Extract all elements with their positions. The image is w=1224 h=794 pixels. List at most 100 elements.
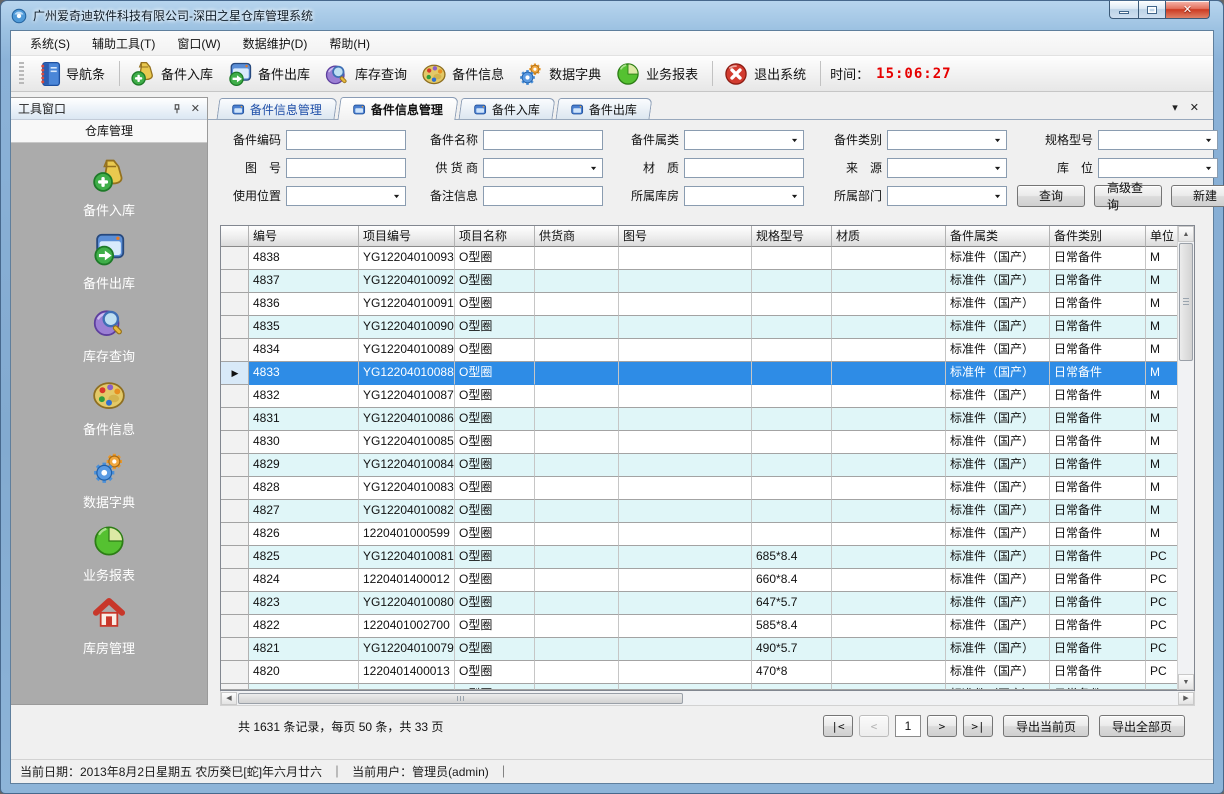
sidebar-item-parts-info[interactable]: 备件信息	[11, 376, 207, 438]
menu-system[interactable]: 系统(S)	[19, 31, 81, 56]
column-header[interactable]: 供货商	[535, 226, 619, 247]
sidebar-item-business-report[interactable]: 业务报表	[11, 522, 207, 584]
tab-parts-outbound[interactable]: 备件出库	[556, 98, 653, 119]
toolbar-button-parts-outbound[interactable]: 备件出库	[222, 58, 319, 90]
row-selector[interactable]	[221, 592, 249, 615]
input-part-name[interactable]	[483, 130, 603, 150]
toolbar-button-navigator[interactable]: 导航条	[30, 58, 114, 90]
pin-icon[interactable]	[171, 103, 183, 115]
row-selector[interactable]	[221, 638, 249, 661]
table-row[interactable]: 48241220401400012O型圈660*8.4标准件（国产）日常备件PC	[221, 569, 1177, 592]
first-page-button[interactable]: |<	[823, 715, 853, 737]
table-row[interactable]: 48221220401002700O型圈585*8.4标准件（国产）日常备件PC	[221, 615, 1177, 638]
toolbar-button-exit-system[interactable]: 退出系统	[718, 58, 815, 90]
combo-part-type[interactable]	[887, 130, 1007, 150]
horizontal-scroll-thumb[interactable]	[238, 693, 683, 704]
maximize-button[interactable]	[1138, 1, 1165, 19]
row-selector[interactable]	[221, 661, 249, 684]
horizontal-scrollbar[interactable]: ◀ ▶	[220, 691, 1195, 706]
table-row[interactable]: 48261220401000599O型圈标准件（国产）日常备件M	[221, 523, 1177, 546]
panel-close-icon[interactable]: ✕	[191, 102, 200, 115]
column-header[interactable]: 项目名称	[455, 226, 535, 247]
input-material[interactable]	[684, 158, 804, 178]
row-selector[interactable]	[221, 408, 249, 431]
table-row[interactable]: 4829YG12204010084O型圈标准件（国产）日常备件M	[221, 454, 1177, 477]
scroll-down-icon[interactable]: ▼	[1178, 674, 1194, 690]
toolbar-grip-handle[interactable]	[19, 62, 24, 86]
row-selector[interactable]	[221, 454, 249, 477]
table-row[interactable]: 4838YG12204010093O型圈标准件（国产）日常备件M	[221, 247, 1177, 270]
column-header[interactable]: 备件类别	[1050, 226, 1146, 247]
toolbar-button-inventory-query[interactable]: 库存查询	[319, 58, 416, 90]
row-selector[interactable]	[221, 615, 249, 638]
row-selector[interactable]	[221, 546, 249, 569]
input-remark[interactable]	[483, 186, 603, 206]
column-header[interactable]: 编号	[249, 226, 359, 247]
sidebar-item-warehouse-management[interactable]: 库房管理	[11, 595, 207, 657]
next-page-button[interactable]: >	[927, 715, 957, 737]
table-row[interactable]: 4834YG12204010089O型圈标准件（国产）日常备件M	[221, 339, 1177, 362]
tab-parts-info-management-2[interactable]: 备件信息管理	[337, 97, 458, 120]
row-selector[interactable]	[221, 293, 249, 316]
scroll-up-icon[interactable]: ▲	[1178, 226, 1194, 242]
row-selector[interactable]	[221, 500, 249, 523]
row-selector[interactable]	[221, 684, 249, 690]
export-current-page-button[interactable]: 导出当前页	[1003, 715, 1089, 737]
menu-aux-tools[interactable]: 辅助工具(T)	[81, 31, 166, 56]
table-row[interactable]: 4825YG12204010081O型圈685*8.4标准件（国产）日常备件PC	[221, 546, 1177, 569]
table-row[interactable]: 4821YG12204010079O型圈490*5.7标准件（国产）日常备件PC	[221, 638, 1177, 661]
last-page-button[interactable]: >|	[963, 715, 993, 737]
row-selector[interactable]: ▶	[221, 362, 249, 385]
column-header[interactable]: 单位	[1146, 226, 1177, 247]
advanced-query-button[interactable]: 高级查询	[1094, 185, 1162, 207]
close-button[interactable]: ✕	[1165, 1, 1210, 19]
row-selector[interactable]	[221, 247, 249, 270]
new-button[interactable]: 新建	[1171, 185, 1224, 207]
table-row[interactable]: O型圈标准件（国产）日常备件	[221, 684, 1177, 690]
row-selector[interactable]	[221, 339, 249, 362]
table-row[interactable]: 48201220401400013O型圈470*8标准件（国产）日常备件PC	[221, 661, 1177, 684]
table-row[interactable]: 4827YG12204010082O型圈标准件（国产）日常备件M	[221, 500, 1177, 523]
row-selector[interactable]	[221, 385, 249, 408]
table-row[interactable]: 4835YG12204010090O型圈标准件（国产）日常备件M	[221, 316, 1177, 339]
sidebar-item-data-dictionary[interactable]: 数据字典	[11, 449, 207, 511]
toolbar-button-data-dictionary[interactable]: 数据字典	[513, 58, 610, 90]
sidebar-item-parts-inbound[interactable]: 备件入库	[11, 157, 207, 219]
row-selector[interactable]	[221, 431, 249, 454]
tab-parts-inbound[interactable]: 备件入库	[459, 98, 556, 119]
table-row[interactable]: 4828YG12204010083O型圈标准件（国产）日常备件M	[221, 477, 1177, 500]
table-row[interactable]: 4837YG12204010092O型圈标准件（国产）日常备件M	[221, 270, 1177, 293]
tab-parts-info-management-1[interactable]: 备件信息管理	[217, 98, 338, 119]
sidebar-group-title[interactable]: 仓库管理	[11, 120, 207, 143]
toolbar-button-business-report[interactable]: 业务报表	[610, 58, 707, 90]
table-row[interactable]: 4836YG12204010091O型圈标准件（国产）日常备件M	[221, 293, 1177, 316]
vertical-scroll-thumb[interactable]	[1179, 243, 1193, 361]
sidebar-item-inventory-query[interactable]: 库存查询	[11, 303, 207, 365]
prev-page-button[interactable]: <	[859, 715, 889, 737]
row-selector[interactable]	[221, 316, 249, 339]
column-header[interactable]: 规格型号	[752, 226, 832, 247]
current-page-input[interactable]: 1	[895, 715, 921, 737]
menu-window[interactable]: 窗口(W)	[166, 31, 231, 56]
input-drawing-no[interactable]	[286, 158, 406, 178]
table-row[interactable]: 4832YG12204010087O型圈标准件（国产）日常备件M	[221, 385, 1177, 408]
export-all-pages-button[interactable]: 导出全部页	[1099, 715, 1185, 737]
row-selector[interactable]	[221, 270, 249, 293]
toolbar-button-parts-info[interactable]: 备件信息	[416, 58, 513, 90]
table-row[interactable]: 4823YG12204010080O型圈647*5.7标准件（国产）日常备件PC	[221, 592, 1177, 615]
row-selector[interactable]	[221, 477, 249, 500]
row-selector[interactable]	[221, 569, 249, 592]
menu-help[interactable]: 帮助(H)	[318, 31, 381, 56]
combo-supplier[interactable]	[483, 158, 603, 178]
menu-data-maintenance[interactable]: 数据维护(D)	[232, 31, 319, 56]
combo-spec-model[interactable]	[1098, 130, 1218, 150]
combo-source[interactable]	[887, 158, 1007, 178]
table-row[interactable]: 4830YG12204010085O型圈标准件（国产）日常备件M	[221, 431, 1177, 454]
scroll-left-icon[interactable]: ◀	[221, 692, 237, 705]
row-selector[interactable]	[221, 523, 249, 546]
combo-storage-location[interactable]	[1098, 158, 1218, 178]
table-row[interactable]: ▶4833YG12204010088O型圈标准件（国产）日常备件M	[221, 362, 1177, 385]
combo-department[interactable]	[887, 186, 1007, 206]
combo-warehouse[interactable]	[684, 186, 804, 206]
vertical-scrollbar[interactable]: ▲ ▼	[1177, 226, 1194, 690]
